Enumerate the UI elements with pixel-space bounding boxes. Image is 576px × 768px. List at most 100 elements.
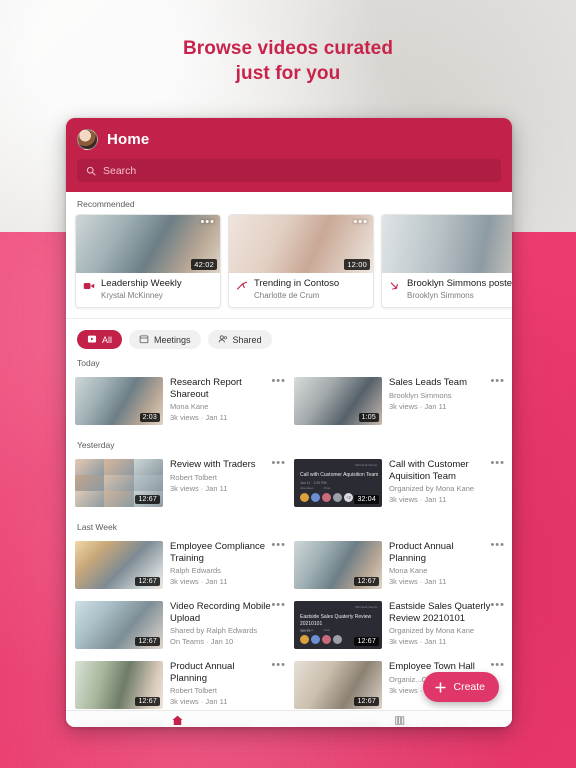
teams-thumb-title: Call with Customer Aquisition Team Jan 1…: [300, 472, 379, 485]
filter-chip-shared[interactable]: Shared: [207, 330, 272, 349]
overflow-menu-icon[interactable]: •••: [490, 660, 505, 671]
recommended-carousel[interactable]: ••• 42:02 Leadership Weekly Krystal McKi…: [66, 214, 512, 308]
video-meta: 3k views · Jan 11: [389, 401, 447, 411]
teams-brand-label: Microsoft Teams: [355, 463, 377, 467]
page-headline: Browse videos curated just for you: [0, 36, 576, 86]
recommended-thumbnail[interactable]: ••• 12:00: [229, 215, 373, 273]
trending-down-icon: [389, 279, 401, 291]
recommended-card[interactable]: ••• 12:00 Trending in Contoso Charlotte …: [228, 214, 374, 308]
video-thumbnail[interactable]: Microsoft Teams Eastside Sales Quaterly …: [294, 601, 382, 649]
overflow-menu-icon[interactable]: •••: [271, 458, 286, 469]
search-input[interactable]: Search: [77, 159, 501, 182]
overflow-menu-icon[interactable]: •••: [490, 540, 505, 551]
overflow-menu-icon[interactable]: •••: [271, 376, 286, 387]
recommended-card-subtitle: Brooklyn Simmons: [407, 291, 474, 300]
section-label: Yesterday: [77, 440, 115, 450]
plus-icon: [435, 681, 447, 693]
video-author: Ralph Edwards: [170, 566, 221, 575]
video-list-item[interactable]: 12:67 ••• Product Annual Planning Robert…: [75, 657, 286, 717]
create-button[interactable]: Create: [423, 672, 499, 702]
video-thumbnail[interactable]: 12:67: [75, 541, 163, 589]
video-meta: 3k views · Jan 11: [170, 483, 228, 493]
filter-chip-label: Meetings: [154, 334, 191, 345]
video-thumbnail[interactable]: 12:67: [75, 601, 163, 649]
video-thumbnail[interactable]: 2:03: [75, 377, 163, 425]
video-row: 12:67 ••• Review with Traders Robert Tol…: [66, 455, 512, 515]
teams-brand-label: Microsoft Teams: [355, 605, 377, 609]
video-meta: 3k views · Jan 11: [389, 637, 447, 646]
search-placeholder: Search: [103, 164, 137, 177]
video-list-item[interactable]: Microsoft Teams Eastside Sales Quaterly …: [294, 597, 505, 657]
app-header: Home Search: [66, 118, 512, 192]
overflow-menu-icon[interactable]: •••: [271, 540, 286, 551]
recommended-card-subtitle: Krystal McKinney: [101, 291, 163, 300]
duration-badge: 2:03: [139, 413, 160, 422]
video-thumbnail[interactable]: 12:67: [75, 661, 163, 709]
teams-thumb-labels: Attendees Chat: [300, 486, 330, 490]
video-author: Brooklyn Simmons: [389, 390, 452, 400]
video-author: Robert Tolbert: [170, 686, 217, 695]
video-title: Eastside Sales Quaterly Review 20210101: [389, 601, 491, 624]
teams-attendee-avatars: [300, 635, 342, 644]
duration-badge: 12:00: [344, 259, 370, 270]
recommended-card[interactable]: ••• 42:02 Leadership Weekly Krystal McKi…: [75, 214, 221, 308]
video-title: Video Recording Mobile Upload: [170, 601, 271, 624]
teams-attendee-avatars: +2: [300, 493, 353, 502]
video-thumbnail[interactable]: 1:05: [294, 377, 382, 425]
video-list-item[interactable]: 1:05 ••• Sales Leads Team Brooklyn Simmo…: [294, 373, 505, 433]
nav-item-library[interactable]: Library: [289, 711, 512, 727]
filter-chip-label: Shared: [232, 334, 262, 345]
duration-badge: 12:67: [135, 697, 160, 706]
nav-item-home[interactable]: Home: [66, 711, 289, 727]
avatar[interactable]: [77, 128, 98, 150]
content-scroll-area[interactable]: Recommended ••• 42:02 Leadership Weekly …: [66, 192, 512, 727]
recommended-thumbnail[interactable]: ••• 42:02: [76, 215, 220, 273]
filter-chip-all[interactable]: All: [77, 330, 123, 349]
video-title: Product Annual Planning: [170, 661, 235, 684]
recommended-card-title: Brooklyn Simmons posted n: [407, 278, 512, 289]
overflow-menu-icon[interactable]: •••: [490, 376, 505, 387]
calendar-icon: [139, 334, 149, 346]
section-label: Last Week: [77, 522, 118, 532]
video-list-item[interactable]: 12:67 ••• Product Annual Planning Mona K…: [294, 537, 505, 597]
video-list-item[interactable]: 12:67 ••• Review with Traders Robert Tol…: [75, 455, 286, 515]
headline-line-2: just for you: [235, 63, 341, 84]
overflow-menu-icon[interactable]: •••: [271, 600, 286, 611]
video-author: Organized by Mona Kane: [389, 484, 475, 493]
video-title: Employee Town Hall: [389, 661, 475, 672]
video-list-item[interactable]: 12:67 ••• Employee Compliance Training R…: [75, 537, 286, 597]
video-thumbnail[interactable]: 12:67: [294, 661, 382, 709]
duration-badge: 12:67: [354, 637, 379, 646]
video-author: Robert Tolbert: [170, 472, 217, 482]
bottom-navigation[interactable]: Home Library: [66, 710, 512, 727]
filter-chip-meetings[interactable]: Meetings: [129, 330, 201, 349]
video-camera-icon: [83, 279, 95, 291]
teams-thumb-labels: Attendees Chat: [300, 628, 330, 632]
video-list-item[interactable]: Microsoft Teams Call with Customer Aquis…: [294, 455, 505, 515]
page-title: Home: [107, 130, 150, 148]
video-author: Mona Kane: [170, 402, 209, 411]
video-title: Research Report Shareout: [170, 377, 242, 400]
search-icon: [86, 166, 96, 175]
video-thumbnail[interactable]: 12:67: [75, 459, 163, 507]
recommended-card[interactable]: Brooklyn Simmons posted n Brooklyn Simmo…: [381, 214, 512, 308]
duration-badge: 12:67: [354, 577, 379, 586]
video-list-item[interactable]: 12:67 ••• Video Recording Mobile Upload …: [75, 597, 286, 657]
overflow-menu-icon[interactable]: •••: [271, 660, 286, 671]
duration-badge: 12:67: [135, 577, 160, 586]
overflow-menu-icon[interactable]: •••: [200, 217, 215, 228]
video-title: Review with Traders: [170, 459, 256, 470]
video-thumbnail[interactable]: 12:67: [294, 541, 382, 589]
section-label: Today: [77, 358, 100, 368]
overflow-menu-icon[interactable]: •••: [490, 458, 505, 469]
filter-chip-row[interactable]: All Meetings Shared: [66, 319, 512, 351]
overflow-menu-icon[interactable]: •••: [353, 217, 368, 228]
video-list-item[interactable]: 2:03 ••• Research Report Shareout Mona K…: [75, 373, 286, 433]
video-author: Organized by Mona Kane: [389, 626, 475, 635]
headline-line-1: Browse videos curated: [182, 38, 394, 59]
video-thumbnail[interactable]: Microsoft Teams Call with Customer Aquis…: [294, 459, 382, 507]
recommended-thumbnail[interactable]: [382, 215, 512, 273]
share-people-icon: [218, 334, 228, 346]
overflow-menu-icon[interactable]: •••: [490, 600, 505, 611]
duration-badge: 42:02: [191, 259, 217, 270]
